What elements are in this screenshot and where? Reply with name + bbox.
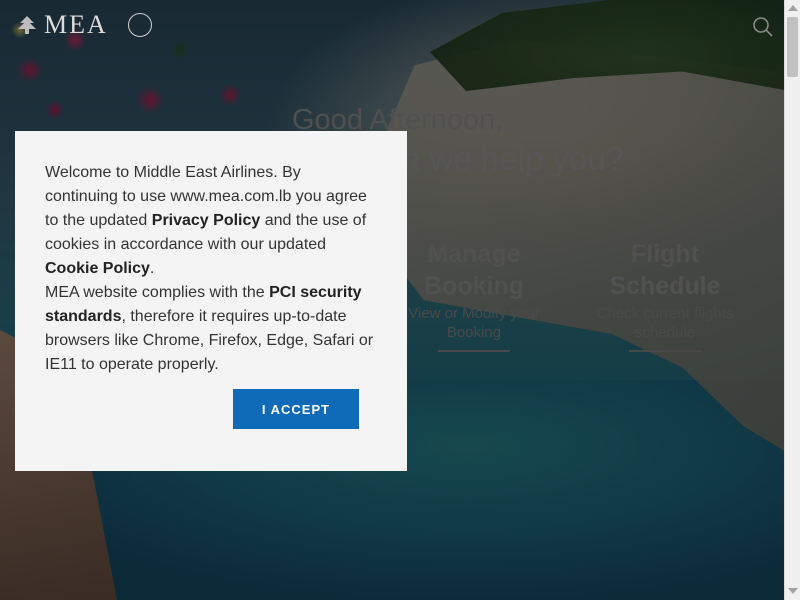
scroll-thumb[interactable] [787,17,798,77]
accept-button[interactable]: I ACCEPT [233,389,359,429]
vertical-scrollbar[interactable] [784,0,800,600]
cookie-consent-dialog: Welcome to Middle East Airlines. By cont… [15,131,407,471]
logo-text: MEA [44,10,108,39]
mea-logo[interactable]: MEA [16,10,152,40]
search-icon[interactable] [752,16,774,38]
scroll-down-arrow-icon[interactable] [788,588,798,594]
cedar-icon [18,16,36,34]
scroll-up-arrow-icon[interactable] [788,5,798,11]
cookie-message: Welcome to Middle East Airlines. By cont… [45,161,377,377]
cookie-text-3: . [149,260,155,277]
cookie-policy-link[interactable]: Cookie Policy [45,260,150,277]
cookie-text-4: MEA website complies with the [45,284,270,301]
privacy-policy-link[interactable]: Privacy Policy [152,212,261,229]
globe-icon [127,13,152,37]
